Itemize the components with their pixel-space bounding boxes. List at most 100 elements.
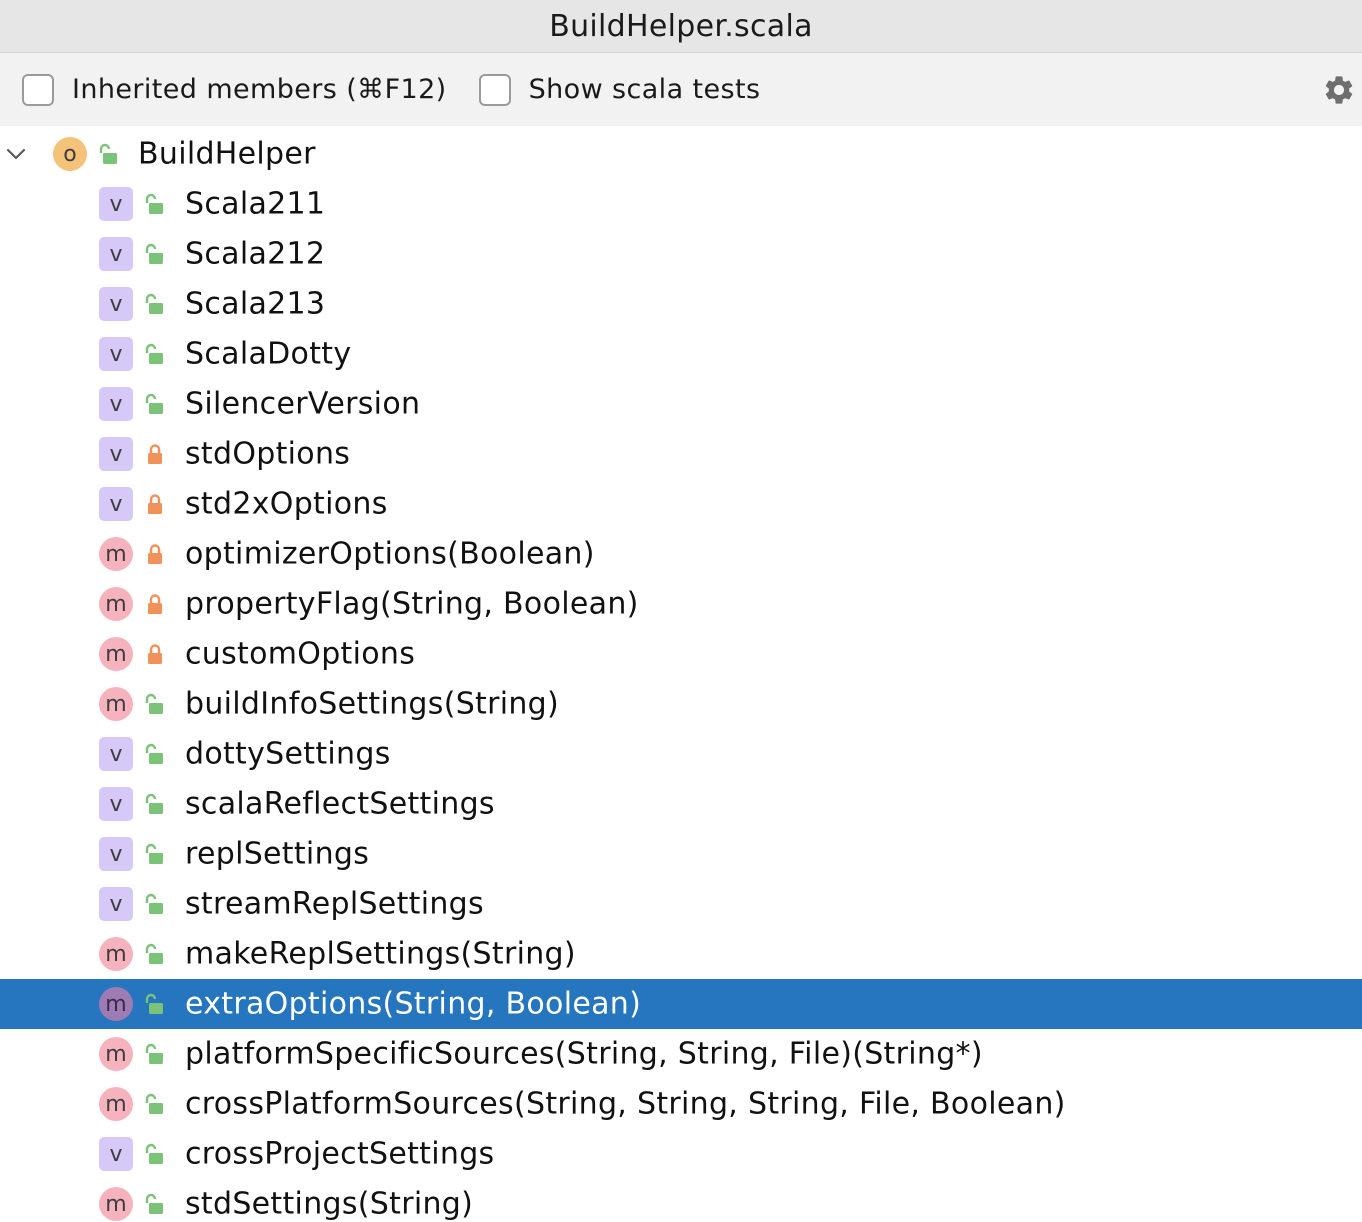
tree-item[interactable]: m crossPlatformSources(String, String, St… bbox=[0, 1079, 1362, 1129]
tree-item-label: optimizerOptions(Boolean) bbox=[185, 537, 595, 572]
show-scala-tests-checkbox[interactable] bbox=[479, 74, 511, 106]
value-icon: v bbox=[99, 887, 133, 921]
method-icon: m bbox=[99, 1187, 133, 1221]
value-icon: v bbox=[99, 737, 133, 771]
method-icon: m bbox=[99, 687, 133, 721]
public-unlocked-icon bbox=[144, 692, 166, 716]
tree-item-label: platformSpecificSources(String, String, … bbox=[185, 1037, 983, 1072]
public-unlocked-icon bbox=[144, 292, 166, 316]
public-unlocked-icon bbox=[144, 842, 166, 866]
value-icon: v bbox=[99, 787, 133, 821]
method-icon: m bbox=[99, 937, 133, 971]
tree-item[interactable]: v Scala211 bbox=[0, 179, 1362, 229]
window-title: BuildHelper.scala bbox=[0, 0, 1362, 53]
tree-item-label: extraOptions(String, Boolean) bbox=[185, 987, 641, 1022]
value-icon: v bbox=[99, 237, 133, 271]
tree-item-label: makeReplSettings(String) bbox=[185, 937, 576, 972]
tree-item[interactable]: v SilencerVersion bbox=[0, 379, 1362, 429]
public-unlocked-icon bbox=[144, 192, 166, 216]
tree-item[interactable]: v dottySettings bbox=[0, 729, 1362, 779]
tree-item-label: SilencerVersion bbox=[185, 387, 420, 422]
value-icon: v bbox=[99, 387, 133, 421]
tree-item[interactable]: m makeReplSettings(String) bbox=[0, 929, 1362, 979]
private-lock-icon bbox=[144, 492, 166, 516]
tree-item[interactable]: v replSettings bbox=[0, 829, 1362, 879]
tree-root-buildhelper[interactable]: o BuildHelper bbox=[0, 129, 1362, 179]
tree-item-label: stdOptions bbox=[185, 437, 350, 472]
method-icon: m bbox=[99, 987, 133, 1021]
gear-icon[interactable] bbox=[1322, 73, 1356, 107]
method-icon: m bbox=[99, 1087, 133, 1121]
tree-item[interactable]: m optimizerOptions(Boolean) bbox=[0, 529, 1362, 579]
method-icon: m bbox=[99, 637, 133, 671]
tree-item[interactable]: v crossProjectSettings bbox=[0, 1129, 1362, 1179]
structure-toolbar: Inherited members (⌘F12) Show scala test… bbox=[0, 53, 1362, 126]
tree-item[interactable]: m extraOptions(String, Boolean) bbox=[0, 979, 1362, 1029]
public-unlocked-icon bbox=[98, 142, 120, 166]
public-unlocked-icon bbox=[144, 1142, 166, 1166]
value-icon: v bbox=[99, 187, 133, 221]
public-unlocked-icon bbox=[144, 742, 166, 766]
tree-item-label: Scala212 bbox=[185, 237, 325, 272]
tree-item[interactable]: v Scala212 bbox=[0, 229, 1362, 279]
chevron-down-icon[interactable] bbox=[4, 142, 28, 166]
inherited-members-toggle[interactable]: Inherited members (⌘F12) bbox=[22, 74, 447, 106]
tree-item-label: stdSettings(String) bbox=[185, 1187, 473, 1222]
value-icon: v bbox=[99, 337, 133, 371]
structure-tree: o BuildHelper v Scala211 v Scala212 v Scala21… bbox=[0, 126, 1362, 1222]
public-unlocked-icon bbox=[144, 792, 166, 816]
tree-item[interactable]: m buildInfoSettings(String) bbox=[0, 679, 1362, 729]
object-icon: o bbox=[53, 137, 87, 171]
tree-item[interactable]: v std2xOptions bbox=[0, 479, 1362, 529]
structure-window: BuildHelper.scala Inherited members (⌘F1… bbox=[0, 0, 1362, 1222]
tree-item[interactable]: m propertyFlag(String, Boolean) bbox=[0, 579, 1362, 629]
public-unlocked-icon bbox=[144, 1192, 166, 1216]
value-icon: v bbox=[99, 287, 133, 321]
public-unlocked-icon bbox=[144, 392, 166, 416]
tree-item-label: scalaReflectSettings bbox=[185, 787, 495, 822]
tree-item[interactable]: v ScalaDotty bbox=[0, 329, 1362, 379]
public-unlocked-icon bbox=[144, 342, 166, 366]
tree-item-label: streamReplSettings bbox=[185, 887, 484, 922]
show-scala-tests-label: Show scala tests bbox=[529, 74, 761, 105]
tree-item[interactable]: v streamReplSettings bbox=[0, 879, 1362, 929]
tree-item-label: customOptions bbox=[185, 637, 415, 672]
tree-item-label: ScalaDotty bbox=[185, 337, 351, 372]
value-icon: v bbox=[99, 487, 133, 521]
tree-item-label: dottySettings bbox=[185, 737, 391, 772]
tree-item[interactable]: v scalaReflectSettings bbox=[0, 779, 1362, 829]
show-scala-tests-toggle[interactable]: Show scala tests bbox=[479, 74, 761, 106]
public-unlocked-icon bbox=[144, 1042, 166, 1066]
value-icon: v bbox=[99, 1137, 133, 1171]
public-unlocked-icon bbox=[144, 992, 166, 1016]
private-lock-icon bbox=[144, 542, 166, 566]
private-lock-icon bbox=[144, 592, 166, 616]
tree-root-label: BuildHelper bbox=[138, 137, 316, 172]
tree-item-label: replSettings bbox=[185, 837, 369, 872]
inherited-members-label: Inherited members (⌘F12) bbox=[72, 74, 447, 105]
tree-item[interactable]: m platformSpecificSources(String, String,… bbox=[0, 1029, 1362, 1079]
tree-item[interactable]: m stdSettings(String) bbox=[0, 1179, 1362, 1222]
tree-item[interactable]: v stdOptions bbox=[0, 429, 1362, 479]
public-unlocked-icon bbox=[144, 942, 166, 966]
public-unlocked-icon bbox=[144, 242, 166, 266]
tree-item-label: Scala213 bbox=[185, 287, 325, 322]
tree-item-label: Scala211 bbox=[185, 187, 325, 222]
tree-item-label: crossPlatformSources(String, String, Str… bbox=[185, 1087, 1066, 1122]
private-lock-icon bbox=[144, 642, 166, 666]
tree-item-label: crossProjectSettings bbox=[185, 1137, 494, 1172]
public-unlocked-icon bbox=[144, 892, 166, 916]
tree-item-label: std2xOptions bbox=[185, 487, 388, 522]
inherited-members-checkbox[interactable] bbox=[22, 74, 54, 106]
method-icon: m bbox=[99, 1037, 133, 1071]
method-icon: m bbox=[99, 537, 133, 571]
method-icon: m bbox=[99, 587, 133, 621]
value-icon: v bbox=[99, 837, 133, 871]
tree-item[interactable]: m customOptions bbox=[0, 629, 1362, 679]
private-lock-icon bbox=[144, 442, 166, 466]
public-unlocked-icon bbox=[144, 1092, 166, 1116]
tree-item[interactable]: v Scala213 bbox=[0, 279, 1362, 329]
tree-item-label: propertyFlag(String, Boolean) bbox=[185, 587, 639, 622]
value-icon: v bbox=[99, 437, 133, 471]
tree-item-label: buildInfoSettings(String) bbox=[185, 687, 559, 722]
